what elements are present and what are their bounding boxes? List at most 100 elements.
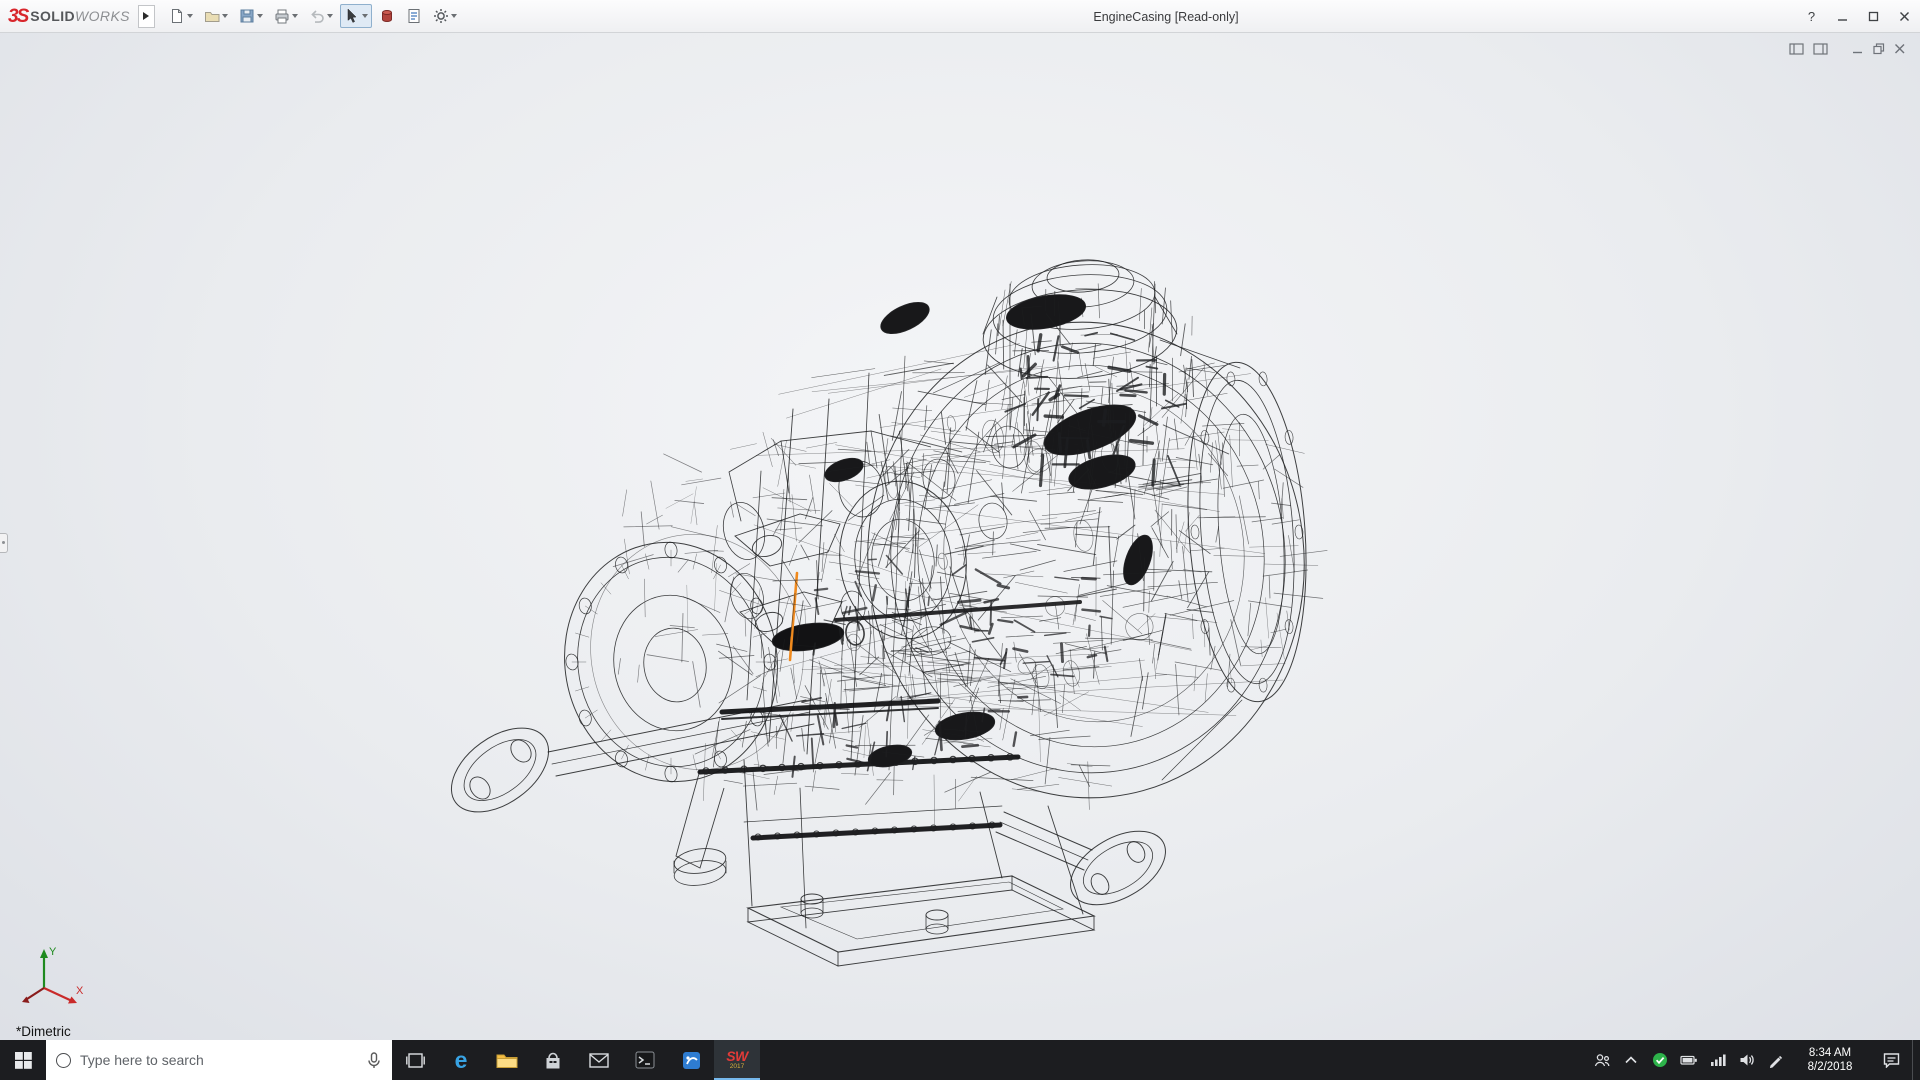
doc-restore-icon (1873, 43, 1885, 55)
view-orientation-label: *Dimetric (16, 1024, 71, 1039)
document-title: EngineCasing [Read-only] (1093, 0, 1238, 33)
maximize-icon (1868, 11, 1879, 22)
task-view-icon (406, 1052, 425, 1069)
split-pane-left-icon (1789, 43, 1804, 55)
doc-pane-right-button[interactable] (1813, 43, 1828, 55)
chevron-down-icon (451, 14, 457, 18)
clock-time: 8:34 AM (1809, 1046, 1851, 1060)
volume-button[interactable] (1732, 1040, 1761, 1080)
undo-icon (309, 8, 325, 24)
brand-light: WORKS (75, 8, 130, 24)
save-button[interactable] (235, 4, 267, 28)
doc-restore-button[interactable] (1873, 43, 1885, 55)
system-tray: 8:34 AM 8/2/2018 (1587, 1040, 1920, 1080)
toolbar-expand-button[interactable] (138, 5, 155, 28)
file-properties-button[interactable] (402, 4, 426, 28)
quick-access-toolbar (165, 4, 461, 28)
chevron-up-icon (1624, 1054, 1638, 1066)
edge-button[interactable]: e (438, 1040, 484, 1080)
battery-button[interactable] (1674, 1040, 1703, 1080)
defender-button[interactable] (1645, 1040, 1674, 1080)
open-button[interactable] (200, 4, 232, 28)
select-button[interactable] (340, 4, 372, 28)
chevron-down-icon (327, 14, 333, 18)
axis-x-label: X (76, 985, 84, 997)
microphone-icon[interactable] (366, 1052, 382, 1069)
folder-icon (496, 1051, 518, 1069)
expand-arrow-icon (143, 12, 149, 20)
action-center-button[interactable] (1870, 1040, 1912, 1080)
undo-button[interactable] (305, 4, 337, 28)
terminal-icon (635, 1051, 655, 1069)
blue-app-icon (682, 1051, 701, 1070)
options-button[interactable] (429, 4, 461, 28)
screen: 3S SOLIDWORKS (0, 0, 1920, 1080)
solidworks-taskbar-button[interactable]: SW 2017 (714, 1040, 760, 1080)
chevron-down-icon (222, 14, 228, 18)
store-bag-icon (544, 1051, 562, 1070)
rebuild-icon (379, 8, 395, 24)
search-input[interactable] (80, 1052, 357, 1068)
brand-bold: SOLID (30, 8, 75, 24)
new-document-icon (169, 8, 185, 24)
minimize-button[interactable] (1827, 0, 1858, 32)
file-explorer-button[interactable] (484, 1040, 530, 1080)
titlebar: 3S SOLIDWORKS (0, 0, 1920, 33)
windows-logo-icon (15, 1052, 32, 1069)
people-icon (1593, 1053, 1611, 1068)
store-button[interactable] (530, 1040, 576, 1080)
blue-app-button[interactable] (668, 1040, 714, 1080)
clock-date: 8/2/2018 (1808, 1060, 1853, 1074)
taskbar-search-box[interactable] (46, 1040, 392, 1080)
chevron-down-icon (292, 14, 298, 18)
chevron-down-icon (187, 14, 193, 18)
rebuild-button[interactable] (375, 4, 399, 28)
save-icon (239, 8, 255, 24)
file-properties-icon (406, 8, 422, 24)
graphics-viewport: Y X *Dimetric (0, 33, 1920, 1040)
close-button[interactable] (1889, 0, 1920, 32)
pen-icon (1768, 1053, 1783, 1068)
solidworks-logo-mark: 3S (8, 7, 27, 26)
axis-y-label: Y (49, 946, 57, 958)
doc-close-icon (1894, 43, 1906, 55)
mail-envelope-icon (589, 1053, 609, 1068)
shield-check-icon (1652, 1052, 1668, 1068)
network-bars-icon (1710, 1053, 1726, 1067)
pen-button[interactable] (1761, 1040, 1790, 1080)
solidworks-app-icon: SW (726, 1049, 748, 1063)
close-icon (1899, 11, 1910, 22)
axis-y-arrow (40, 949, 48, 958)
chevron-down-icon (362, 14, 368, 18)
task-view-button[interactable] (392, 1040, 438, 1080)
clock[interactable]: 8:34 AM 8/2/2018 (1790, 1040, 1870, 1080)
solidworks-brand-text: SOLIDWORKS (30, 8, 130, 24)
mail-button[interactable] (576, 1040, 622, 1080)
split-pane-right-icon (1813, 43, 1828, 55)
speaker-icon (1739, 1053, 1755, 1067)
chevron-down-icon (257, 14, 263, 18)
action-center-icon (1883, 1052, 1900, 1068)
network-button[interactable] (1703, 1040, 1732, 1080)
help-button[interactable]: ? (1796, 0, 1827, 32)
new-document-button[interactable] (165, 4, 197, 28)
solidworks-logo: 3S SOLIDWORKS (0, 7, 134, 26)
maximize-button[interactable] (1858, 0, 1889, 32)
minimize-icon (1837, 11, 1848, 22)
people-button[interactable] (1587, 1040, 1616, 1080)
panel-collapse-handle[interactable] (0, 533, 8, 553)
battery-icon (1680, 1052, 1698, 1068)
cortana-ring-icon (56, 1053, 71, 1068)
tray-expand-button[interactable] (1616, 1040, 1645, 1080)
print-icon (274, 8, 290, 24)
print-button[interactable] (270, 4, 302, 28)
doc-pane-left-button[interactable] (1789, 43, 1804, 55)
doc-close-button[interactable] (1894, 43, 1906, 55)
show-desktop-button[interactable] (1912, 1040, 1920, 1080)
terminal-button[interactable] (622, 1040, 668, 1080)
start-button[interactable] (0, 1040, 46, 1080)
orientation-triad: Y X (14, 942, 88, 1014)
gear-icon (433, 8, 449, 24)
engine-wireframe-model[interactable] (0, 33, 1920, 1040)
doc-minimize-button[interactable] (1852, 43, 1864, 55)
